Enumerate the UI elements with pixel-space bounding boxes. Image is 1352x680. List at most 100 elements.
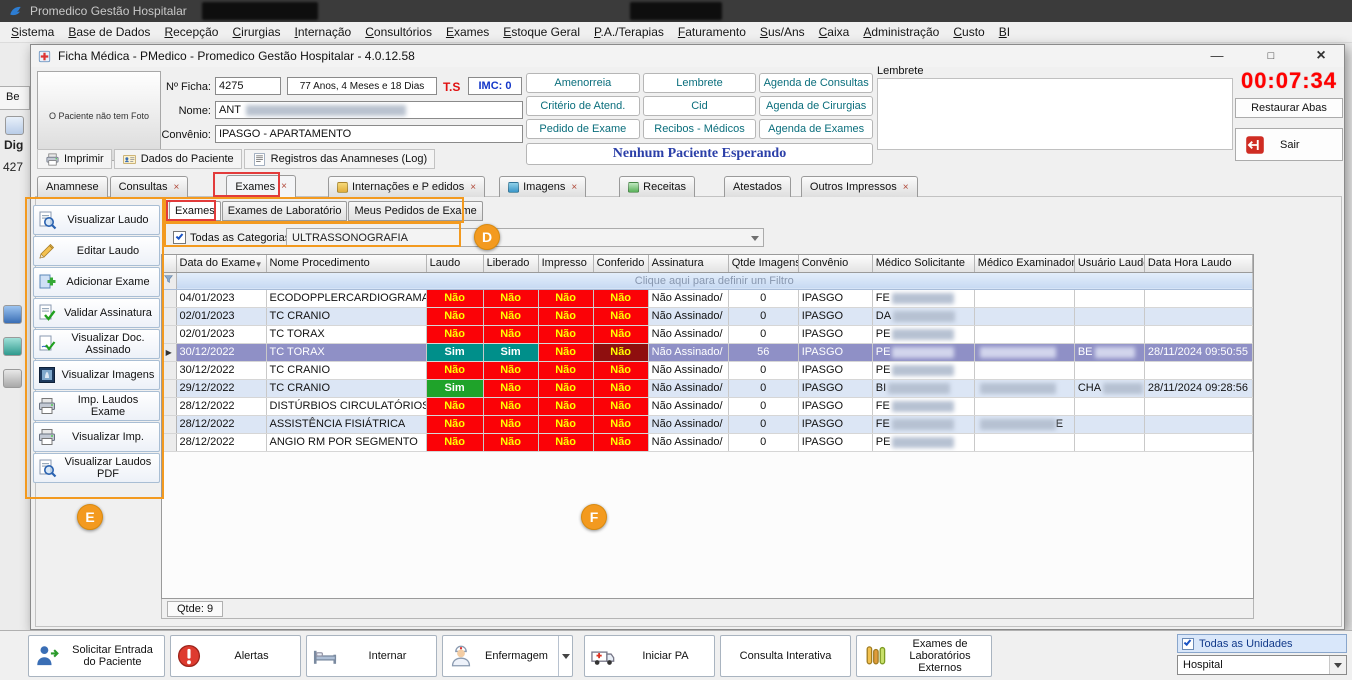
desktop-icon[interactable] xyxy=(3,305,22,324)
sidebar-action-button[interactable]: Adicionar Exame xyxy=(33,267,160,297)
split-dropdown-arrow[interactable] xyxy=(558,636,572,676)
bottom-action-button[interactable]: Consulta Interativa xyxy=(720,635,851,677)
todas-unidades-toggle[interactable]: Todas as Unidades xyxy=(1177,634,1347,653)
menu-item[interactable]: BI xyxy=(992,23,1017,41)
sort-arrow-icon[interactable]: ▼ xyxy=(255,260,263,269)
unidade-select[interactable]: Hospital xyxy=(1177,655,1347,675)
quick-action-button[interactable]: Pedido de Exame xyxy=(526,119,640,139)
tab-close-icon[interactable]: × xyxy=(174,182,180,193)
tab[interactable]: Imagens× xyxy=(499,176,586,197)
filter-hint[interactable]: Clique aqui para definir um Filtro xyxy=(176,272,1253,289)
menu-item[interactable]: Sus/Ans xyxy=(753,23,812,41)
sidebar-action-button[interactable]: Visualizar Imp. xyxy=(33,422,160,452)
desktop-icon[interactable] xyxy=(3,337,22,356)
column-header[interactable]: Nome Procedimento xyxy=(266,255,426,272)
bottom-action-button[interactable]: Enfermagem xyxy=(442,635,573,677)
menu-item[interactable]: Consultórios xyxy=(358,23,439,41)
todas-categorias-checkbox[interactable] xyxy=(173,231,186,244)
tab[interactable]: Outros Impressos× xyxy=(801,176,918,197)
sidebar-action-button[interactable]: Visualizar Doc. Assinado xyxy=(33,329,160,359)
column-header[interactable]: Conferido xyxy=(593,255,648,272)
tab[interactable]: Atestados xyxy=(724,176,791,197)
grid-filter-row[interactable]: Clique aqui para definir um Filtro xyxy=(162,272,1253,289)
subtab[interactable]: Exames xyxy=(169,201,221,221)
quick-action-button[interactable]: Recibos - Médicos xyxy=(643,119,757,139)
column-header[interactable]: Qtde Imagens xyxy=(728,255,798,272)
bottom-action-button[interactable]: Iniciar PA xyxy=(584,635,715,677)
background-tab[interactable]: Be xyxy=(0,86,30,110)
tab[interactable]: Internações e P edidos× xyxy=(328,176,485,197)
minimize-button[interactable]: — xyxy=(1202,46,1232,66)
table-row[interactable]: 04/01/2023 ECODOPPLERCARDIOGRAMA Não Não… xyxy=(162,289,1253,307)
menu-item[interactable]: P.A./Terapias xyxy=(587,23,671,41)
tab[interactable]: Anamnese xyxy=(37,176,108,197)
tab-close-icon[interactable]: × xyxy=(903,182,909,193)
bottom-action-button[interactable]: Alertas xyxy=(170,635,301,677)
sair-button[interactable]: Sair xyxy=(1235,128,1343,161)
patient-toolbar-button[interactable]: Registros das Anamneses (Log) xyxy=(244,149,436,169)
column-header[interactable]: Impresso xyxy=(538,255,593,272)
menu-item[interactable]: Internação xyxy=(288,23,359,41)
sidebar-action-button[interactable]: Imp. Laudos Exame xyxy=(33,391,160,421)
menu-item[interactable]: Exames xyxy=(439,23,496,41)
categoria-combobox[interactable]: ULTRASSONOGRAFIA xyxy=(286,228,764,247)
column-header[interactable]: Assinatura xyxy=(648,255,728,272)
sidebar-action-button[interactable]: Visualizar Imagens xyxy=(33,360,160,390)
bottom-action-button[interactable]: Internar xyxy=(306,635,437,677)
quick-action-button[interactable]: Critério de Atend. xyxy=(526,96,640,116)
quick-action-button[interactable]: Agenda de Consultas xyxy=(759,73,873,93)
menu-item[interactable]: Administração xyxy=(856,23,946,41)
menu-item[interactable]: Caixa xyxy=(812,23,857,41)
subtab[interactable]: Meus Pedidos de Exame xyxy=(348,201,482,221)
table-row[interactable]: 28/12/2022 ANGIO RM POR SEGMENTO Não Não… xyxy=(162,433,1253,451)
quick-action-button[interactable]: Amenorreia xyxy=(526,73,640,93)
bottom-action-button[interactable]: Exames de Laboratórios Externos xyxy=(856,635,992,677)
menu-item[interactable]: Base de Dados xyxy=(61,23,157,41)
menu-item[interactable]: Cirurgias xyxy=(225,23,287,41)
column-header[interactable]: Médico Solicitante xyxy=(872,255,974,272)
sidebar-action-button[interactable]: Visualizar Laudo xyxy=(33,205,160,235)
column-header[interactable]: Usuário Laudo xyxy=(1074,255,1144,272)
quick-action-button[interactable]: Agenda de Exames xyxy=(759,119,873,139)
sidebar-action-button[interactable]: Visualizar Laudos PDF xyxy=(33,453,160,483)
tab-close-icon[interactable]: × xyxy=(470,182,476,193)
close-button[interactable]: × xyxy=(1306,46,1336,66)
todas-unidades-checkbox[interactable] xyxy=(1182,638,1194,650)
ficha-field[interactable]: 4275 xyxy=(215,77,281,95)
menu-item[interactable]: Faturamento xyxy=(671,23,753,41)
column-header[interactable]: ▼Data do Exame xyxy=(176,255,266,272)
table-row[interactable]: 29/12/2022 TC CRANIO Sim Não Não Não Não… xyxy=(162,379,1253,397)
menu-item[interactable]: Sistema xyxy=(4,23,61,41)
nome-field[interactable]: ANT xyxy=(215,101,523,119)
column-header[interactable]: Médico Examinador xyxy=(974,255,1074,272)
table-row[interactable]: ▶ 30/12/2022 TC TORAX Sim Sim Não Não Nã… xyxy=(162,343,1253,361)
quick-action-button[interactable]: Cid xyxy=(643,96,757,116)
maximize-button[interactable]: □ xyxy=(1256,46,1286,66)
bottom-action-button[interactable]: Solicitar Entrada do Paciente xyxy=(28,635,165,677)
table-row[interactable]: 28/12/2022 ASSISTÊNCIA FISIÁTRICA Não Nã… xyxy=(162,415,1253,433)
tab-close-icon[interactable]: × xyxy=(571,182,577,193)
quick-action-button[interactable]: Agenda de Cirurgias xyxy=(759,96,873,116)
menu-item[interactable]: Estoque Geral xyxy=(496,23,587,41)
patient-toolbar-button[interactable]: Imprimir xyxy=(37,149,112,169)
menu-item[interactable]: Recepção xyxy=(157,23,225,41)
sidebar-action-button[interactable]: Editar Laudo xyxy=(33,236,160,266)
tab[interactable]: Consultas× xyxy=(110,176,189,197)
quick-action-button[interactable]: Lembrete xyxy=(643,73,757,93)
column-header[interactable]: Liberado xyxy=(483,255,538,272)
subtab[interactable]: Exames de Laboratório xyxy=(222,201,348,221)
sidebar-action-button[interactable]: Validar Assinatura xyxy=(33,298,160,328)
column-header[interactable]: Data Hora Laudo xyxy=(1144,255,1252,272)
restaurar-abas-button[interactable]: Restaurar Abas xyxy=(1235,98,1343,118)
tab[interactable]: Receitas xyxy=(619,176,695,197)
column-header[interactable]: Convênio xyxy=(798,255,872,272)
background-app-icon[interactable] xyxy=(5,116,24,135)
table-row[interactable]: 28/12/2022 DISTÚRBIOS CIRCULATÓRIOS Não … xyxy=(162,397,1253,415)
table-row[interactable]: 02/01/2023 TC TORAX Não Não Não Não Não … xyxy=(162,325,1253,343)
table-row[interactable]: 30/12/2022 TC CRANIO Não Não Não Não Não… xyxy=(162,361,1253,379)
tab[interactable]: Exames× xyxy=(226,175,296,197)
desktop-icon[interactable] xyxy=(3,369,22,388)
column-header[interactable]: Laudo xyxy=(426,255,483,272)
patient-toolbar-button[interactable]: Dados do Paciente xyxy=(114,149,242,169)
convenio-field[interactable]: IPASGO - APARTAMENTO xyxy=(215,125,523,143)
